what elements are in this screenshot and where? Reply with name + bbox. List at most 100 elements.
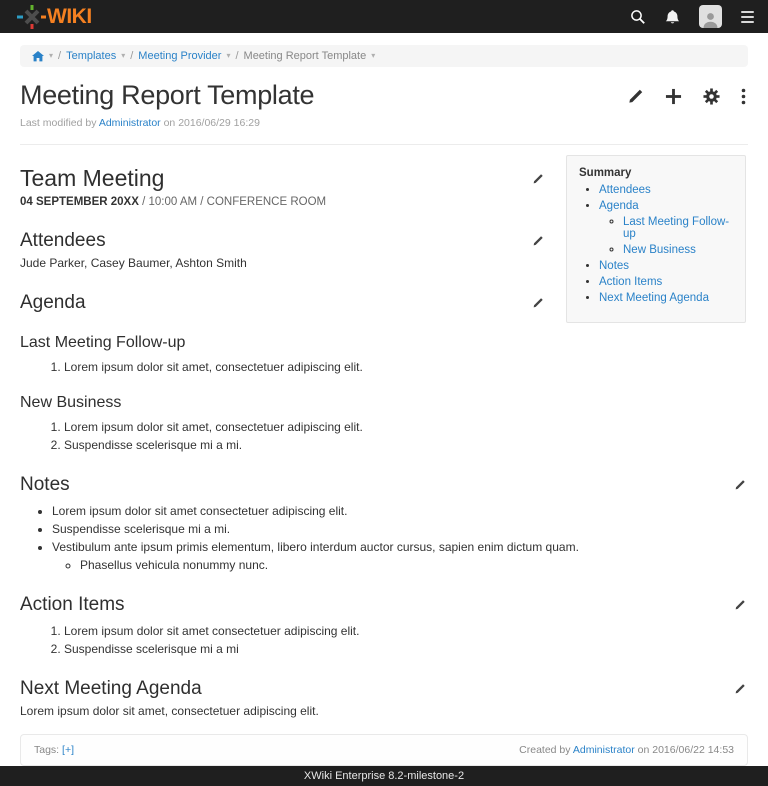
next-meeting-heading: Next Meeting Agenda: [20, 678, 748, 700]
edit-action-items-button[interactable]: [732, 597, 748, 613]
plus-icon: [665, 88, 682, 105]
list-item: Lorem ipsum dolor sit amet consectetuer …: [64, 624, 748, 638]
follow-up-heading: Last Meeting Follow-up: [20, 334, 546, 352]
modified-prefix: Last modified by: [20, 117, 96, 129]
hamburger-menu-icon[interactable]: [741, 11, 754, 23]
breadcrumb-separator: /: [58, 50, 61, 62]
breadcrumb-separator: /: [130, 50, 133, 62]
modified-user-link[interactable]: Administrator: [99, 117, 161, 129]
next-meeting-text: Lorem ipsum dolor sit amet, consectetuer…: [20, 704, 748, 718]
new-business-heading-text: New Business: [20, 394, 121, 412]
created-prefix: Created by: [519, 744, 570, 756]
pencil-icon: [532, 235, 544, 247]
document-content: Summary Attendees Agenda Last Meeting Fo…: [0, 145, 768, 718]
agenda-heading-text: Agenda: [20, 292, 86, 314]
pencil-icon: [627, 88, 644, 105]
attendees-heading-text: Attendees: [20, 230, 106, 252]
notes-list: Lorem ipsum dolor sit amet consectetuer …: [20, 504, 748, 572]
next-meeting-heading-text: Next Meeting Agenda: [20, 678, 202, 700]
kebab-menu-icon: [741, 88, 746, 105]
list-item-text: Vestibulum ante ipsum primis elementum, …: [52, 540, 579, 554]
search-icon[interactable]: [630, 9, 646, 25]
pencil-icon: [532, 297, 544, 309]
edit-agenda-button[interactable]: [530, 295, 546, 311]
summary-subitem: New Business: [623, 244, 733, 256]
xwiki-logo[interactable]: WIKI: [16, 4, 92, 30]
edit-attendees-button[interactable]: [530, 233, 546, 249]
edit-team-meeting-button[interactable]: [530, 171, 546, 187]
edit-next-meeting-button[interactable]: [732, 681, 748, 697]
summary-link-action-items[interactable]: Action Items: [599, 276, 662, 288]
meeting-date: 04 SEPTEMBER 20XX: [20, 196, 139, 208]
summary-link-agenda[interactable]: Agenda: [599, 200, 639, 212]
breadcrumb: ▾ / Templates ▾ / Meeting Provider ▾ / M…: [20, 45, 748, 67]
document-footer: Tags: [+] Created by Administrator on 20…: [20, 734, 748, 766]
notes-heading-text: Notes: [20, 474, 70, 496]
summary-link-new-business[interactable]: New Business: [623, 244, 696, 256]
list-item: Suspendisse scelerisque mi a mi.: [64, 438, 748, 452]
pencil-icon: [734, 599, 746, 611]
action-items-heading-text: Action Items: [20, 594, 125, 616]
create-page-button[interactable]: [665, 88, 682, 105]
summary-panel: Summary Attendees Agenda Last Meeting Fo…: [566, 155, 746, 323]
tags-area: Tags: [+]: [34, 744, 74, 756]
created-suffix: on 2016/06/22 14:53: [638, 744, 734, 756]
summary-item: Action Items: [599, 276, 733, 288]
created-user-link[interactable]: Administrator: [573, 744, 635, 756]
notes-heading: Notes: [20, 474, 748, 496]
summary-subitem: Last Meeting Follow-up: [623, 216, 733, 240]
home-icon[interactable]: [32, 51, 44, 62]
user-avatar[interactable]: [699, 5, 722, 28]
notifications-bell-icon[interactable]: [665, 9, 680, 25]
gear-icon: [703, 88, 720, 105]
more-actions-button[interactable]: [741, 88, 746, 105]
top-navbar: WIKI: [0, 0, 768, 33]
edit-page-button[interactable]: [627, 88, 644, 105]
team-meeting-heading-text: Team Meeting: [20, 165, 164, 192]
pencil-icon: [734, 479, 746, 491]
summary-item: Next Meeting Agenda: [599, 292, 733, 304]
navbar-icons: [630, 5, 754, 28]
edit-notes-button[interactable]: [732, 477, 748, 493]
xwiki-logo-x-icon: [16, 4, 46, 30]
follow-up-list: Lorem ipsum dolor sit amet, consectetuer…: [20, 360, 748, 374]
summary-link-attendees[interactable]: Attendees: [599, 184, 651, 196]
summary-link-next-meeting[interactable]: Next Meeting Agenda: [599, 292, 709, 304]
created-by-line: Created by Administrator on 2016/06/22 1…: [519, 744, 734, 756]
summary-title: Summary: [579, 167, 733, 179]
list-item: Lorem ipsum dolor sit amet, consectetuer…: [64, 360, 748, 374]
agenda-heading: Agenda: [20, 292, 546, 314]
page-title: Meeting Report Template: [20, 80, 314, 111]
sub-list-item: Phasellus vehicula nonummy nunc.: [80, 558, 748, 572]
tags-label: Tags:: [34, 744, 59, 756]
breadcrumb-templates[interactable]: Templates: [66, 50, 116, 62]
meeting-provider-caret-icon[interactable]: ▾: [226, 52, 230, 60]
add-tag-button[interactable]: [+]: [62, 744, 74, 756]
summary-link-follow-up[interactable]: Last Meeting Follow-up: [623, 216, 729, 240]
action-items-heading: Action Items: [20, 594, 748, 616]
breadcrumb-meeting-provider[interactable]: Meeting Provider: [138, 50, 221, 62]
breadcrumb-current-page: Meeting Report Template: [244, 50, 367, 62]
list-item: Suspendisse scelerisque mi a mi.: [52, 522, 748, 536]
follow-up-heading-text: Last Meeting Follow-up: [20, 334, 185, 352]
team-meeting-heading: Team Meeting: [20, 165, 546, 192]
version-footer: XWiki Enterprise 8.2-milestone-2: [0, 766, 768, 786]
xwiki-logo-text: WIKI: [47, 6, 92, 27]
settings-button[interactable]: [703, 88, 720, 105]
attendees-heading: Attendees: [20, 230, 546, 252]
pencil-icon: [532, 173, 544, 185]
action-items-list: Lorem ipsum dolor sit amet consectetuer …: [20, 624, 748, 656]
list-item: Vestibulum ante ipsum primis elementum, …: [52, 540, 748, 572]
modified-suffix: on 2016/06/29 16:29: [164, 117, 260, 129]
new-business-heading: New Business: [20, 394, 748, 412]
list-item: Suspendisse scelerisque mi a mi: [64, 642, 748, 656]
home-caret-icon[interactable]: ▾: [49, 52, 53, 60]
summary-link-notes[interactable]: Notes: [599, 260, 629, 272]
page-actions: [627, 80, 748, 105]
templates-caret-icon[interactable]: ▾: [121, 52, 125, 60]
pencil-icon: [734, 683, 746, 695]
list-item: Lorem ipsum dolor sit amet, consectetuer…: [64, 420, 748, 434]
last-modified-line: Last modified by Administrator on 2016/0…: [20, 117, 748, 129]
current-page-caret-icon[interactable]: ▾: [371, 52, 375, 60]
summary-item: Attendees: [599, 184, 733, 196]
